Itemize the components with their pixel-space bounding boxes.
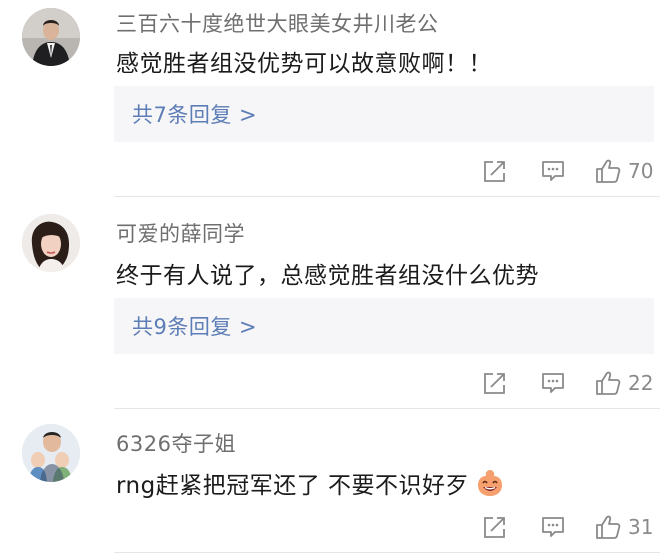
avatar-family-photo-image [22,424,80,482]
reply-thread-box[interactable]: 共7条回复 > [114,86,654,142]
share-icon [484,517,505,538]
comment-actions: 22 [480,366,660,400]
comment-item: 可爱的薛同学 终于有人说了，总感觉胜者组没什么优势 共9条回复 > 22 [0,200,660,410]
view-replies-link[interactable]: 共7条回复 > [132,99,257,129]
like-count: 22 [628,371,654,395]
comment-divider [114,552,660,553]
username[interactable]: 可爱的薛同学 [116,218,245,248]
thumbs-up-icon [596,371,621,395]
share-button[interactable] [482,154,508,188]
avatar[interactable] [22,8,80,66]
thumbs-up-icon [596,159,621,183]
comment-divider [114,196,660,197]
comment-text-body: rng赶紧把冠军还了 不要不识好歹 [116,473,470,499]
laughing-emoji-icon [478,470,503,496]
comment-divider [114,408,660,409]
comment-button[interactable] [540,366,566,400]
avatar-girl-image [22,214,80,272]
username[interactable]: 三百六十度绝世大眼美女井川老公 [116,8,439,38]
comment-text: rng赶紧把冠军还了 不要不识好歹 [116,466,505,500]
like-count: 31 [628,515,654,539]
comment-actions: 31 [480,510,660,544]
share-icon [484,161,505,182]
comment-button[interactable] [540,510,566,544]
share-button[interactable] [482,366,508,400]
username[interactable]: 6326夺子姐 [116,428,236,458]
avatar-man-suit-image [22,8,80,66]
comment-icon [542,517,564,537]
comment-icon [542,373,564,393]
share-button[interactable] [482,510,508,544]
view-replies-link[interactable]: 共9条回复 > [132,311,257,341]
like-button[interactable]: 70 [594,154,653,188]
avatar[interactable] [22,214,80,272]
reply-thread-box[interactable]: 共9条回复 > [114,298,654,354]
comment-actions: 70 [480,154,660,188]
comment-item: 三百六十度绝世大眼美女井川老公 感觉胜者组没优势可以故意败啊！！ 共7条回复 > [0,0,660,200]
thumbs-up-icon [596,515,621,539]
comment-icon [542,161,564,181]
like-button[interactable]: 31 [594,510,653,544]
comment-text: 终于有人说了，总感觉胜者组没什么优势 [116,263,539,289]
share-icon [484,373,505,394]
comment-item: 6326夺子姐 rng赶紧把冠军还了 不要不识好歹 31 [0,410,660,560]
like-count: 70 [628,159,654,183]
avatar[interactable] [22,424,80,482]
like-button[interactable]: 22 [594,366,653,400]
comment-button[interactable] [540,154,566,188]
comment-text: 感觉胜者组没优势可以故意败啊！！ [116,51,492,77]
